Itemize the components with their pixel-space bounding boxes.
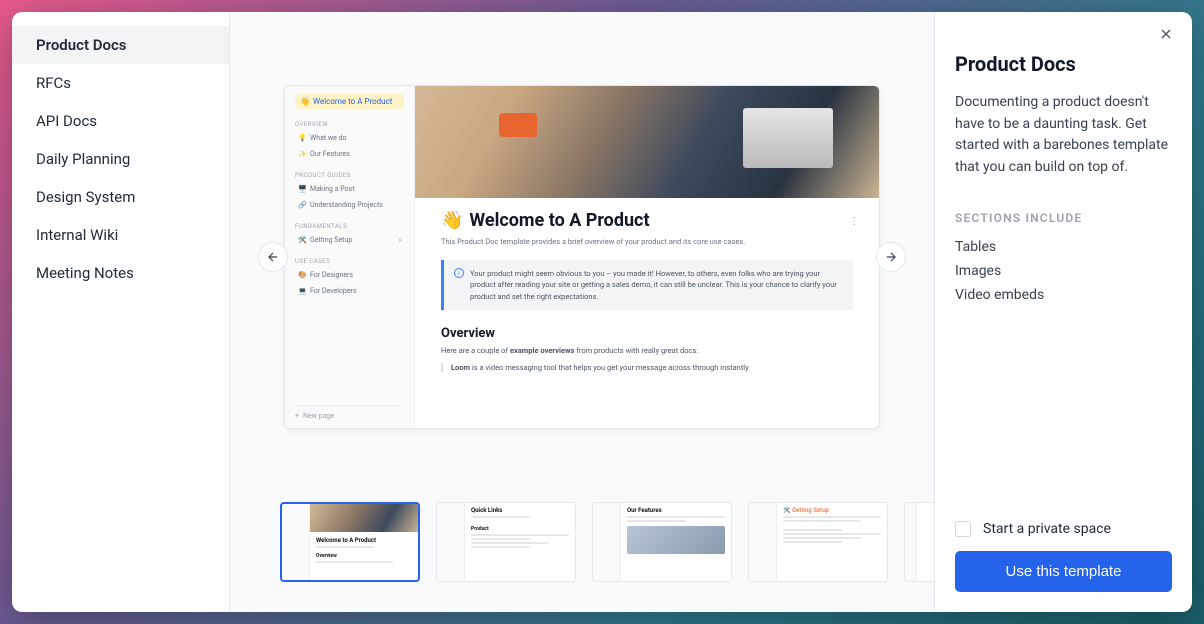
preview-nav: 👋Welcome to A Product OVERVIEW 💡What we … — [285, 86, 415, 428]
arrow-right-icon — [884, 250, 898, 264]
template-sidebar: Product Docs RFCs API Docs Daily Plannin… — [12, 12, 230, 612]
sidebar-item-internal-wiki[interactable]: Internal Wiki — [12, 216, 229, 254]
close-icon — [1158, 26, 1174, 42]
preview-section-use-cases: USE CASES — [295, 258, 404, 265]
prev-button[interactable] — [258, 242, 288, 272]
preview-title: 👋Welcome to A Product — [441, 210, 853, 231]
thumbnail-strip: Welcome to A Product Overview Quick Link… — [230, 502, 934, 612]
section-images: Images — [955, 259, 1172, 283]
close-button[interactable] — [1158, 26, 1174, 46]
details-panel: Product Docs Documenting a product doesn… — [934, 12, 1192, 612]
sidebar-item-rfcs[interactable]: RFCs — [12, 64, 229, 102]
preview-nav-what-we-do: 💡What we do — [295, 132, 404, 144]
preview-nav-new-page: +New page — [295, 405, 404, 420]
preview-section-overview: OVERVIEW — [295, 121, 404, 128]
preview-nav-current: 👋Welcome to A Product — [295, 94, 404, 109]
preview-area: 👋Welcome to A Product OVERVIEW 💡What we … — [230, 12, 934, 502]
sidebar-item-design-system[interactable]: Design System — [12, 178, 229, 216]
sections-header: SECTIONS INCLUDE — [955, 211, 1172, 225]
preview-loom-text: Loom is a video messaging tool that help… — [441, 363, 853, 372]
next-button[interactable] — [876, 242, 906, 272]
preview-overview-text: Here are a couple of example overviews f… — [441, 346, 853, 355]
arrow-left-icon — [266, 250, 280, 264]
preview-subtitle: This Product Doc template provides a bri… — [441, 237, 853, 246]
thumbnail-2[interactable]: Quick Links Product — [436, 502, 576, 582]
preview-card: 👋Welcome to A Product OVERVIEW 💡What we … — [284, 85, 880, 429]
preview-nav-designers: 🎨For Designers — [295, 269, 404, 281]
info-icon: i — [454, 268, 464, 278]
main-area: 👋Welcome to A Product OVERVIEW 💡What we … — [230, 12, 934, 612]
preview-nav-understanding: 🔗Understanding Projects — [295, 199, 404, 211]
panel-title: Product Docs — [955, 52, 1172, 76]
more-icon: ⋮ — [849, 216, 859, 227]
use-template-button[interactable]: Use this template — [955, 551, 1172, 592]
preview-nav-our-features: ✨Our Features — [295, 148, 404, 160]
preview-section-fundamentals: FUNDAMENTALS — [295, 223, 404, 230]
panel-description: Documenting a product doesn't have to be… — [955, 92, 1172, 179]
thumbnail-5[interactable] — [904, 502, 934, 582]
template-modal: Product Docs RFCs API Docs Daily Plannin… — [12, 12, 1192, 612]
preview-overview-heading: Overview — [441, 326, 853, 341]
preview-section-guides: PRODUCT GUIDES — [295, 172, 404, 179]
sidebar-item-api-docs[interactable]: API Docs — [12, 102, 229, 140]
sidebar-item-meeting-notes[interactable]: Meeting Notes — [12, 254, 229, 292]
thumbnail-3[interactable]: Our Features — [592, 502, 732, 582]
preview-nav-making-post: 🖥️Making a Post — [295, 183, 404, 195]
sidebar-item-daily-planning[interactable]: Daily Planning — [12, 140, 229, 178]
section-video-embeds: Video embeds — [955, 283, 1172, 307]
preview-content: ⋮ 👋Welcome to A Product This Product Doc… — [415, 86, 879, 428]
sidebar-item-product-docs[interactable]: Product Docs — [12, 26, 229, 64]
section-tables: Tables — [955, 235, 1172, 259]
thumbnail-4[interactable]: 🛠️ Getting Setup — [748, 502, 888, 582]
preview-callout: i Your product might seem obvious to you… — [441, 260, 853, 310]
preview-hero-image — [415, 86, 879, 198]
private-space-label: Start a private space — [983, 521, 1111, 537]
preview-nav-developers: 💻For Developers — [295, 285, 404, 297]
private-space-checkbox[interactable] — [955, 521, 971, 537]
sections-list: Tables Images Video embeds — [955, 235, 1172, 307]
preview-nav-getting-setup: 🛠️Getting Setup› — [295, 234, 404, 246]
thumbnail-1[interactable]: Welcome to A Product Overview — [280, 502, 420, 582]
